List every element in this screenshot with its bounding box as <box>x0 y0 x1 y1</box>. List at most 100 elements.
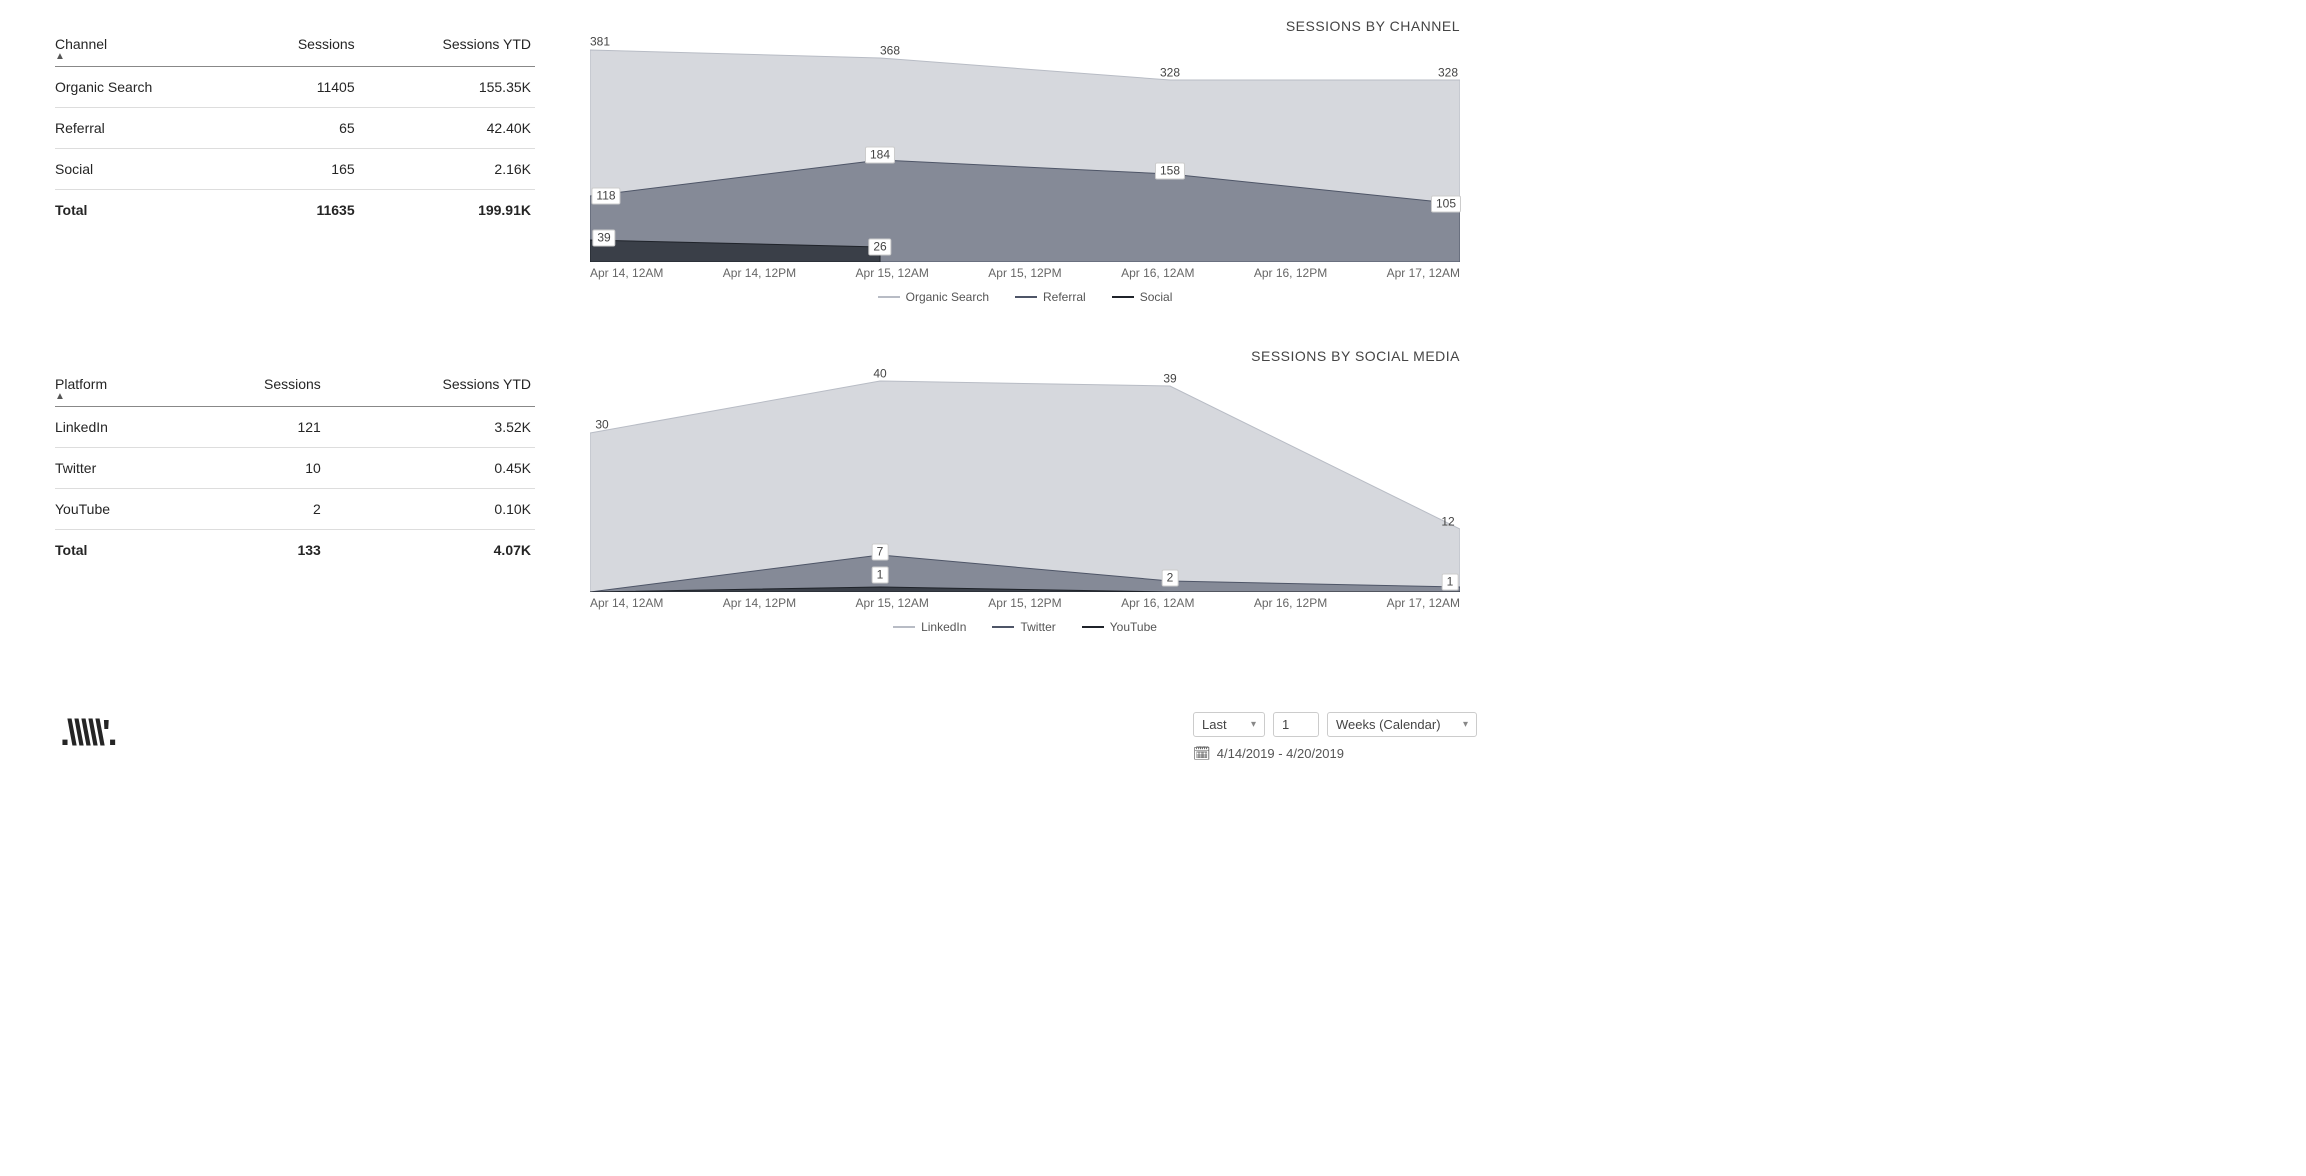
footer: .\\\\\'. Last ▾ 1 Weeks (Calendar) ▾ 🗓 4… <box>60 712 1477 762</box>
col-sessions[interactable]: Sessions <box>240 30 358 67</box>
chevron-down-icon: ▾ <box>1463 719 1468 730</box>
data-label: 328 <box>1156 66 1184 81</box>
unit-select[interactable]: Weeks (Calendar) ▾ <box>1327 712 1477 737</box>
cell-sessions: 2 <box>184 489 325 530</box>
data-label: 12 <box>1437 515 1458 530</box>
cell-name: Organic Search <box>55 67 240 108</box>
data-label: 118 <box>591 188 620 205</box>
data-label: 2 <box>1162 570 1179 587</box>
input-value: 1 <box>1282 717 1289 732</box>
cell-ytd: 2.16K <box>359 149 535 190</box>
legend-item[interactable]: Organic Search <box>878 290 989 304</box>
cell-total-sessions: 11635 <box>240 190 358 231</box>
data-label: 1 <box>1442 574 1459 591</box>
legend-swatch <box>893 626 915 628</box>
col-sessions-ytd[interactable]: Sessions YTD <box>325 370 535 407</box>
x-axis-ticks: Apr 14, 12AM Apr 14, 12PM Apr 15, 12AM A… <box>590 266 1460 280</box>
xtick: Apr 16, 12PM <box>1254 266 1327 280</box>
sort-asc-icon: ▲ <box>55 52 236 62</box>
select-value: Last <box>1202 717 1227 732</box>
xtick: Apr 16, 12AM <box>1121 596 1194 610</box>
xtick: Apr 17, 12AM <box>1387 596 1460 610</box>
table-row[interactable]: LinkedIn 121 3.52K <box>55 407 535 448</box>
date-range-text: 4/14/2019 - 4/20/2019 <box>1217 746 1344 761</box>
xtick: Apr 16, 12PM <box>1254 596 1327 610</box>
xtick: Apr 15, 12PM <box>988 596 1061 610</box>
cell-name: YouTube <box>55 489 184 530</box>
legend-label: Organic Search <box>906 290 989 304</box>
cell-name: Referral <box>55 108 240 149</box>
xtick: Apr 14, 12PM <box>723 596 796 610</box>
cell-name: Twitter <box>55 448 184 489</box>
table-sessions-by-channel: Channel ▲ Sessions Sessions YTD Organic … <box>55 30 535 230</box>
legend-item[interactable]: Social <box>1112 290 1173 304</box>
date-range-controls: Last ▾ 1 Weeks (Calendar) ▾ 🗓 4/14/2019 … <box>1193 712 1477 762</box>
col-sessions-ytd[interactable]: Sessions YTD <box>359 30 535 67</box>
chart-plot[interactable]: 30 40 39 12 7 2 1 1 <box>590 370 1460 592</box>
data-label: 328 <box>1434 66 1462 81</box>
legend-swatch <box>1015 296 1037 298</box>
chart-sessions-by-channel[interactable]: SESSIONS BY CHANNEL 381 368 328 328 118 … <box>590 18 1460 304</box>
chart-sessions-by-social[interactable]: SESSIONS BY SOCIAL MEDIA 30 40 39 12 7 2… <box>590 348 1460 634</box>
data-label: 39 <box>1159 372 1180 387</box>
xtick: Apr 14, 12AM <box>590 266 663 280</box>
legend-item[interactable]: Twitter <box>992 620 1055 634</box>
chart-title: SESSIONS BY SOCIAL MEDIA <box>590 348 1460 364</box>
cell-sessions: 10 <box>184 448 325 489</box>
col-platform[interactable]: Platform ▲ <box>55 370 184 407</box>
data-label: 158 <box>1155 163 1185 180</box>
legend-swatch <box>992 626 1014 628</box>
x-axis-ticks: Apr 14, 12AM Apr 14, 12PM Apr 15, 12AM A… <box>590 596 1460 610</box>
cell-total-ytd: 4.07K <box>325 530 535 571</box>
table-total-row: Total 11635 199.91K <box>55 190 535 231</box>
channel-table[interactable]: Channel ▲ Sessions Sessions YTD Organic … <box>55 30 535 230</box>
legend-label: LinkedIn <box>921 620 966 634</box>
legend-label: Referral <box>1043 290 1086 304</box>
relative-select[interactable]: Last ▾ <box>1193 712 1265 737</box>
data-label: 26 <box>868 239 891 256</box>
cell-sessions: 165 <box>240 149 358 190</box>
cell-sessions: 11405 <box>240 67 358 108</box>
table-row[interactable]: Organic Search 11405 155.35K <box>55 67 535 108</box>
xtick: Apr 14, 12AM <box>590 596 663 610</box>
table-sessions-by-social: Platform ▲ Sessions Sessions YTD LinkedI… <box>55 370 535 570</box>
data-label: 1 <box>872 567 889 584</box>
cell-ytd: 3.52K <box>325 407 535 448</box>
data-label: 40 <box>869 367 890 382</box>
chart-legend: LinkedIn Twitter YouTube <box>590 620 1460 634</box>
cell-ytd: 155.35K <box>359 67 535 108</box>
table-row[interactable]: YouTube 2 0.10K <box>55 489 535 530</box>
select-value: Weeks (Calendar) <box>1336 717 1441 732</box>
data-label: 39 <box>592 230 615 247</box>
chevron-down-icon: ▾ <box>1251 719 1256 730</box>
xtick: Apr 15, 12AM <box>856 596 929 610</box>
col-sessions[interactable]: Sessions <box>184 370 325 407</box>
xtick: Apr 15, 12AM <box>856 266 929 280</box>
data-label: 368 <box>876 44 904 59</box>
col-label: Platform <box>55 376 107 392</box>
date-range-display[interactable]: 🗓 4/14/2019 - 4/20/2019 <box>1193 745 1344 762</box>
cell-ytd: 0.45K <box>325 448 535 489</box>
cell-name: Social <box>55 149 240 190</box>
legend-item[interactable]: LinkedIn <box>893 620 966 634</box>
legend-item[interactable]: YouTube <box>1082 620 1157 634</box>
cell-total-label: Total <box>55 190 240 231</box>
cell-sessions: 121 <box>184 407 325 448</box>
legend-item[interactable]: Referral <box>1015 290 1086 304</box>
table-row[interactable]: Referral 65 42.40K <box>55 108 535 149</box>
col-label: Sessions <box>298 36 355 52</box>
chart-svg <box>590 370 1460 592</box>
social-table[interactable]: Platform ▲ Sessions Sessions YTD LinkedI… <box>55 370 535 570</box>
table-row[interactable]: Twitter 10 0.45K <box>55 448 535 489</box>
amount-input[interactable]: 1 <box>1273 712 1319 737</box>
cell-ytd: 0.10K <box>325 489 535 530</box>
xtick: Apr 17, 12AM <box>1387 266 1460 280</box>
sort-asc-icon: ▲ <box>55 392 180 402</box>
table-row[interactable]: Social 165 2.16K <box>55 149 535 190</box>
col-channel[interactable]: Channel ▲ <box>55 30 240 67</box>
legend-label: Social <box>1140 290 1173 304</box>
data-label: 105 <box>1431 196 1461 213</box>
chart-plot[interactable]: 381 368 328 328 118 184 158 105 39 26 <box>590 40 1460 262</box>
data-label: 184 <box>865 147 895 164</box>
data-label: 381 <box>586 35 614 50</box>
